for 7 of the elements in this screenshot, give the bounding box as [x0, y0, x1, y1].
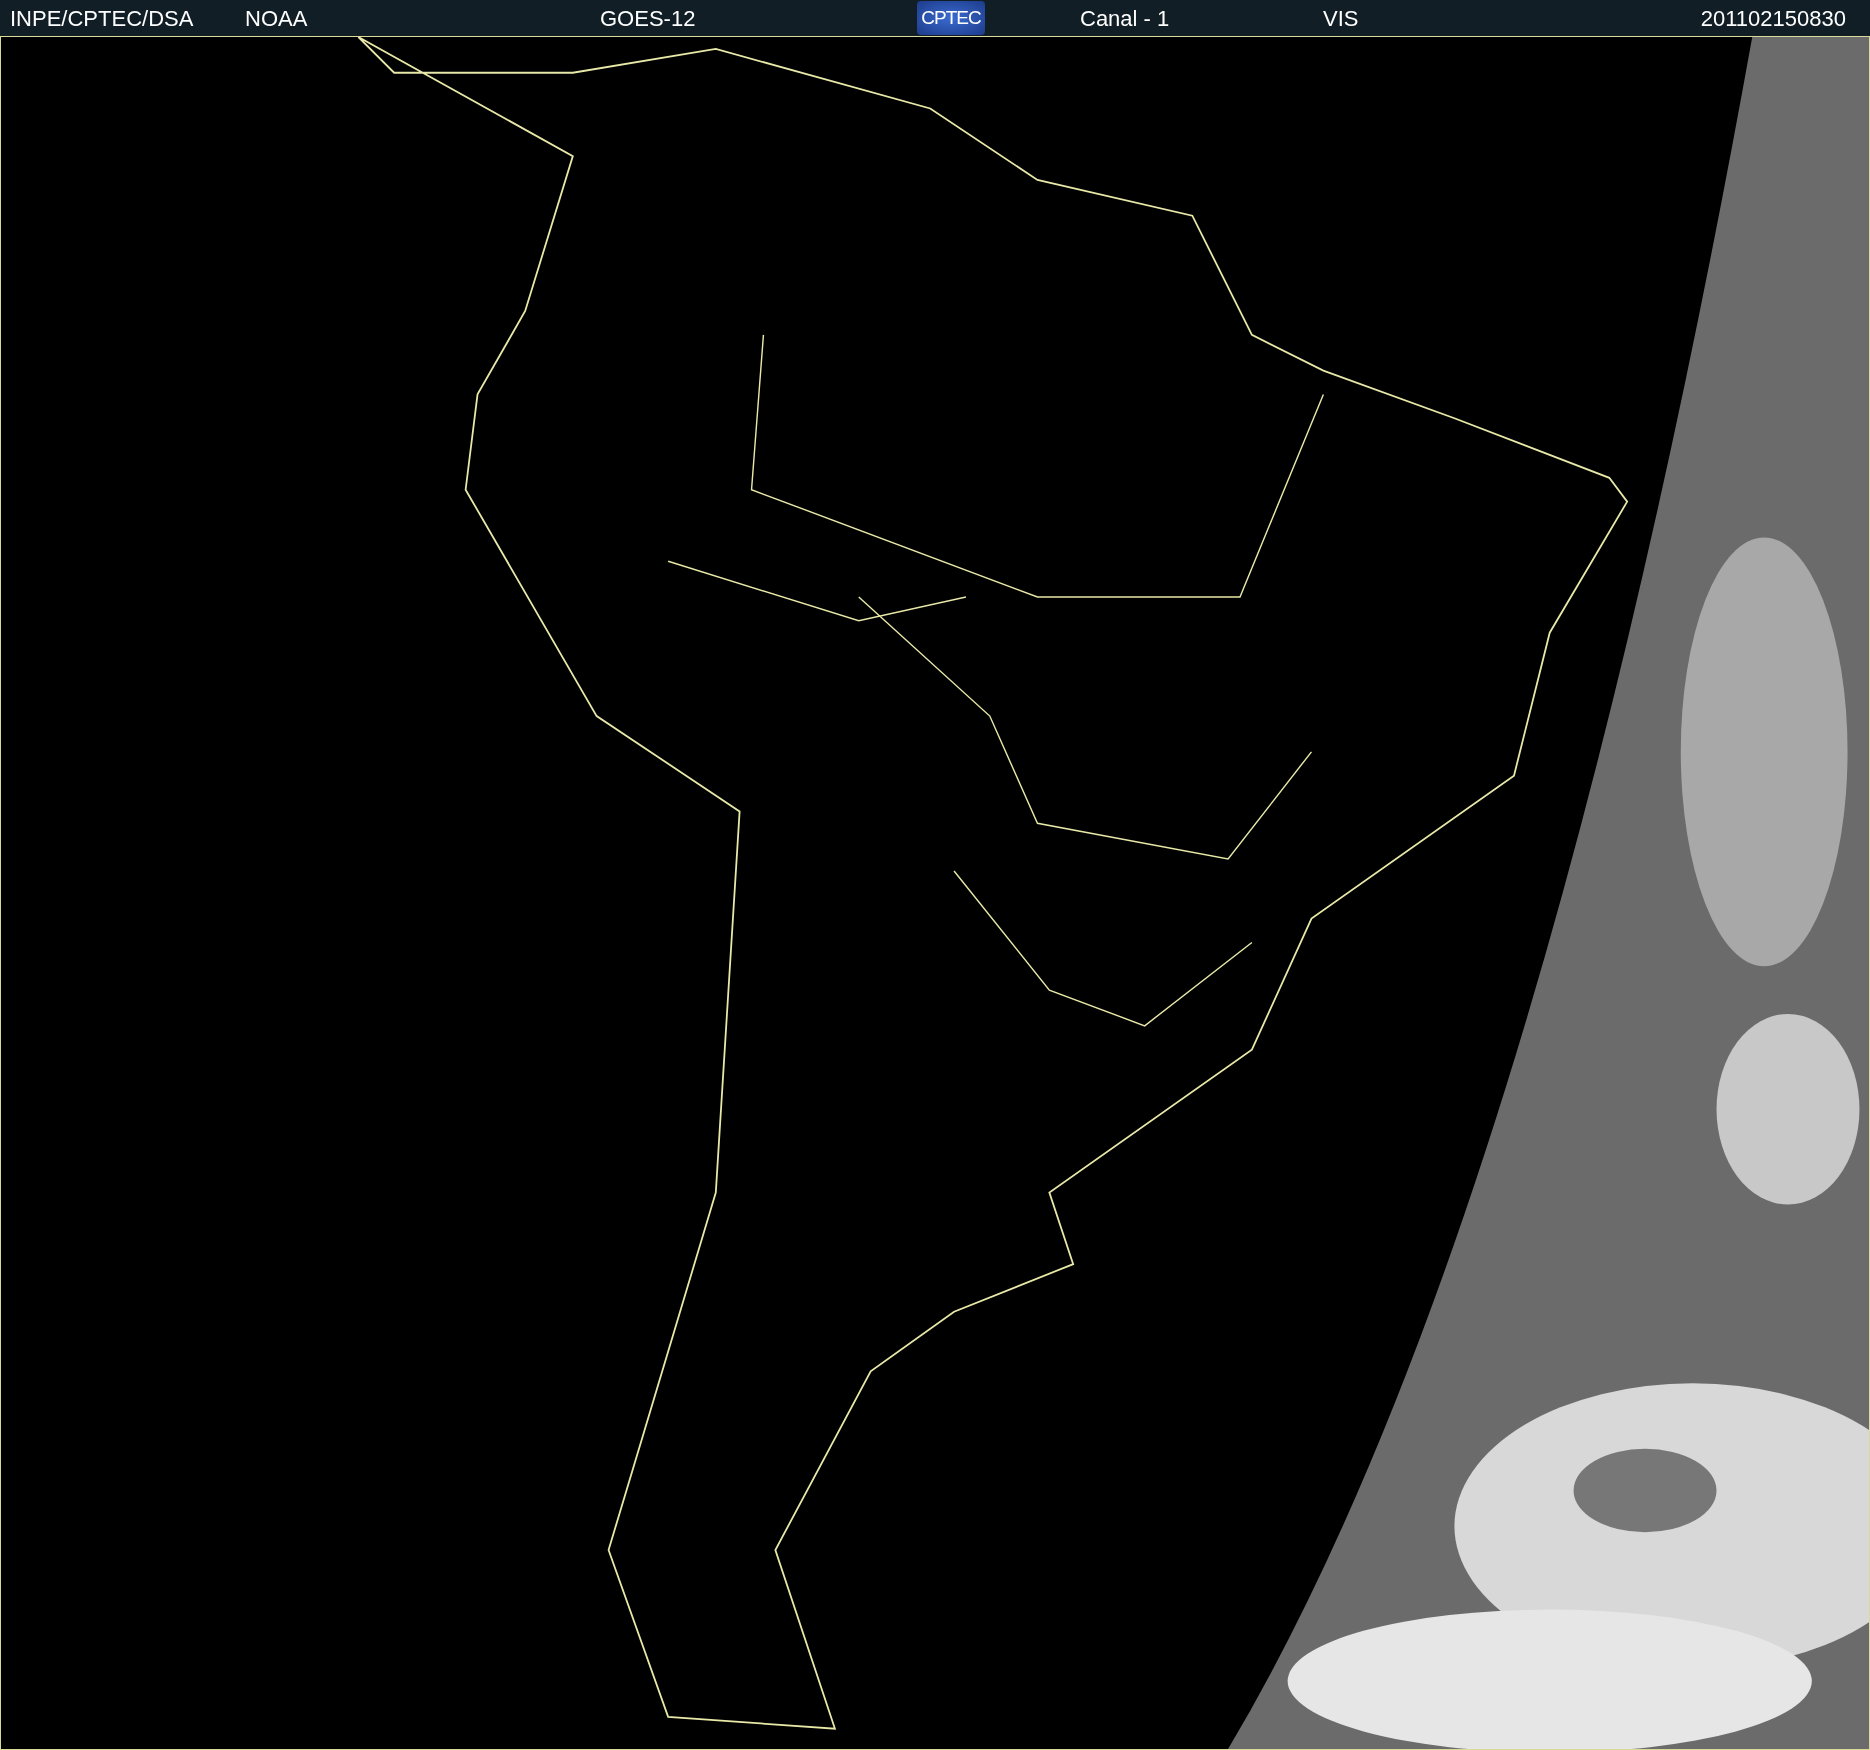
- channel-label: Canal - 1: [1080, 4, 1171, 33]
- header-label: GOES-12: [600, 4, 697, 33]
- header-label: NOAA: [245, 4, 309, 33]
- band-label: VIS: [1323, 4, 1359, 33]
- logo: CPTEC: [917, 1, 985, 35]
- timestamp: 201102150830: [1700, 4, 1847, 33]
- header-label: INPE/CPTEC/DSA: [10, 4, 195, 33]
